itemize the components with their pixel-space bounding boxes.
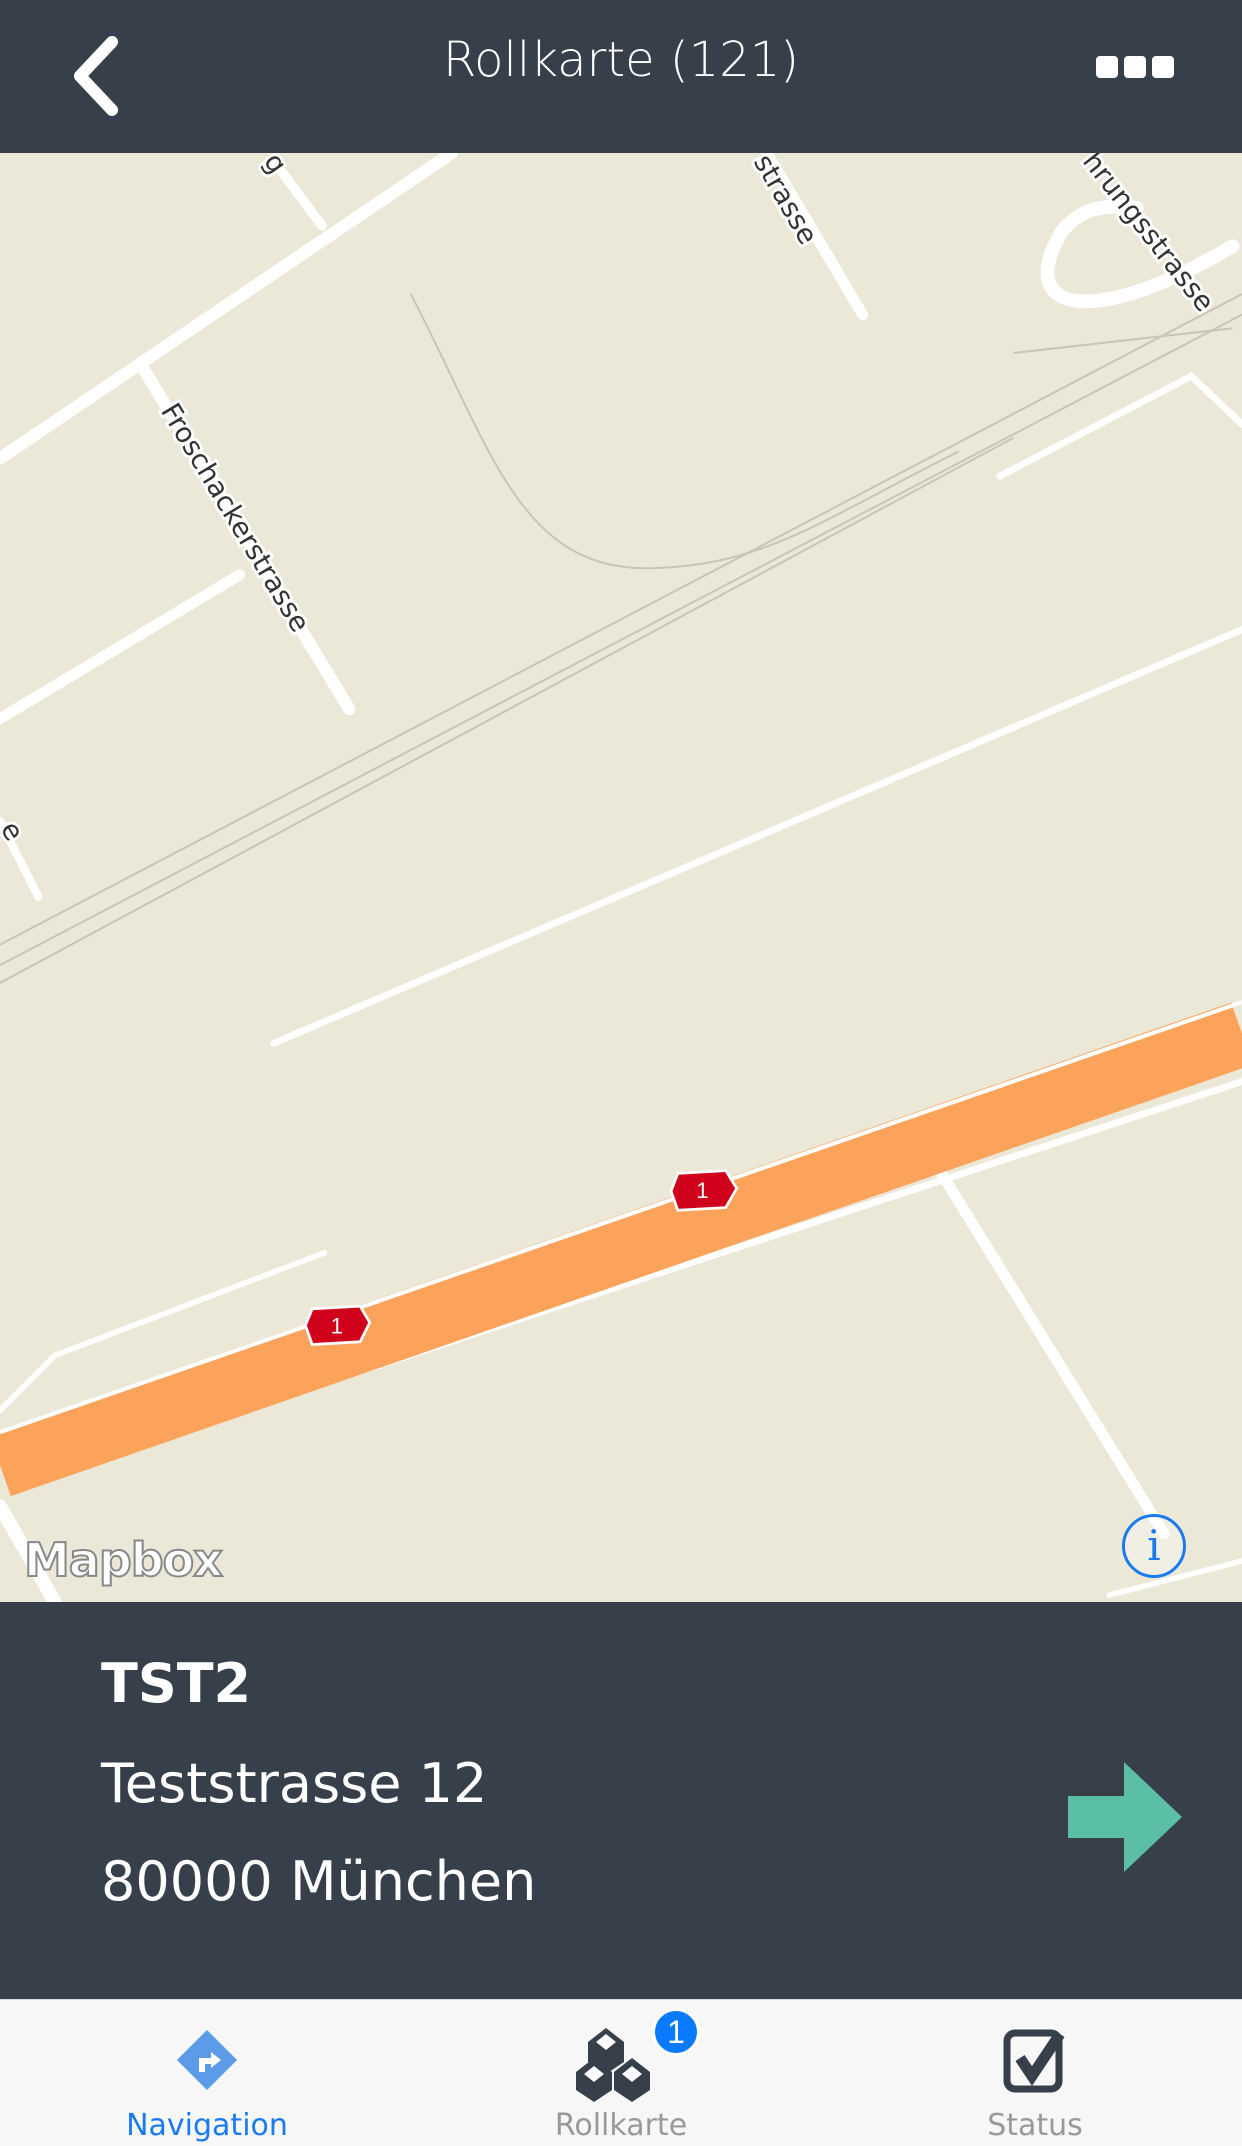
tab-label: Status bbox=[987, 2108, 1083, 2143]
street-label: Froschackerstrasse bbox=[154, 398, 315, 638]
tab-label: Navigation bbox=[126, 2108, 288, 2143]
tab-label: Rollkarte bbox=[554, 2108, 688, 2143]
tab-badge: 1 bbox=[652, 2008, 700, 2056]
shield-label: 1 bbox=[696, 1178, 708, 1203]
more-dots-icon bbox=[1096, 56, 1118, 78]
mapbox-logo: Mapbox bbox=[23, 1532, 224, 1588]
stop-street: Teststrasse 12 bbox=[101, 1752, 488, 1815]
stop-city: 80000 München bbox=[101, 1850, 537, 1913]
shield-label: 1 bbox=[331, 1314, 343, 1339]
page-title: Rollkarte (121) bbox=[442, 32, 799, 88]
tab-bar: Navigation 1 Rollkarte Status bbox=[0, 1999, 1242, 2146]
more-button[interactable] bbox=[1096, 56, 1174, 78]
arrow-right-icon[interactable] bbox=[1068, 1762, 1182, 1872]
stop-code: TST2 bbox=[101, 1652, 252, 1715]
tab-navigation[interactable]: Navigation bbox=[0, 2000, 414, 2146]
navigation-diamond-icon bbox=[177, 2030, 237, 2090]
street-label: strasse bbox=[747, 153, 823, 250]
stop-panel[interactable]: TST2 Teststrasse 12 80000 München bbox=[0, 1602, 1242, 1999]
tab-rollkarte[interactable]: 1 Rollkarte bbox=[414, 2000, 828, 2146]
checkbox-checked-icon bbox=[1003, 2029, 1065, 2093]
nav-header: Rollkarte (121) bbox=[0, 0, 1242, 153]
map-view[interactable]: 1 1 Froschackerstrasse strasse hrungsstr… bbox=[0, 153, 1242, 1602]
tab-status[interactable]: Status bbox=[828, 2000, 1242, 2146]
info-button[interactable]: i bbox=[1122, 1514, 1186, 1578]
